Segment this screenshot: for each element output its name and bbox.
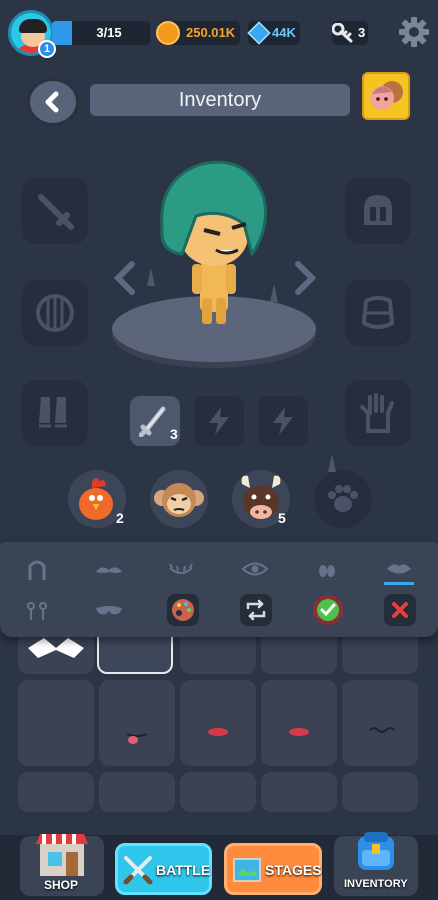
- nav-battle-label: BATTLE: [156, 862, 211, 878]
- swap-button[interactable]: [240, 594, 272, 626]
- hair-icon[interactable]: [22, 556, 52, 582]
- lips-icon: [208, 728, 228, 736]
- grid-item[interactable]: [342, 772, 418, 812]
- gem-counter[interactable]: 44K: [247, 21, 300, 45]
- sword-icon: [139, 406, 166, 437]
- monkey-icon: [154, 483, 204, 517]
- grid-item[interactable]: [180, 772, 256, 812]
- nav-stages-button[interactable]: STAGES: [224, 843, 322, 895]
- map-icon: [233, 858, 261, 882]
- nav-shop-label: SHOP: [44, 878, 79, 892]
- skill-slot-1[interactable]: [194, 396, 244, 446]
- armor-slot[interactable]: [345, 280, 411, 346]
- grid-item[interactable]: [342, 680, 418, 766]
- tongue-mouth-icon: [126, 733, 148, 744]
- grid-item[interactable]: [261, 680, 337, 766]
- item-count: 3: [170, 426, 178, 442]
- close-icon: [392, 602, 408, 618]
- spike-decoration: [147, 268, 155, 286]
- sword-icon: [38, 194, 74, 230]
- earrings-icon[interactable]: [22, 598, 52, 624]
- lips-icon: [289, 728, 309, 736]
- swap-icon: [246, 599, 266, 621]
- palette-icon: [172, 599, 194, 621]
- crossed-swords-icon: [123, 856, 153, 885]
- cancel-button[interactable]: [384, 594, 416, 626]
- emote-button[interactable]: [362, 72, 410, 120]
- coin-amount: 250.01K: [186, 25, 236, 40]
- grid-item[interactable]: [261, 772, 337, 812]
- key-counter[interactable]: 3: [332, 21, 368, 45]
- top-bar: 3/15 1 250.01K 44K 3: [0, 0, 438, 66]
- squiggle-mouth-icon: [369, 727, 395, 733]
- lightning-icon: [209, 407, 229, 435]
- shield-slot[interactable]: [22, 280, 88, 346]
- skill-slot-2[interactable]: [258, 396, 308, 446]
- boots-slot[interactable]: [22, 380, 88, 446]
- key-icon: [332, 23, 353, 43]
- nav-shop-button[interactable]: SHOP: [20, 834, 104, 896]
- checkmark-icon: [313, 595, 343, 625]
- xp-bar: 3/15: [52, 21, 150, 45]
- key-amount: 3: [358, 25, 366, 40]
- spike-decoration: [270, 284, 278, 302]
- palette-button[interactable]: [167, 594, 199, 626]
- level-badge: 1: [38, 40, 56, 58]
- shop-icon: [36, 834, 88, 876]
- coin-counter[interactable]: 250.01K: [156, 21, 240, 45]
- grid-item[interactable]: [99, 772, 175, 812]
- nav-battle-button[interactable]: BATTLE: [115, 843, 212, 895]
- chevron-left-icon: [45, 91, 59, 113]
- shield-icon: [36, 294, 74, 332]
- customization-panel: [0, 542, 438, 637]
- mask-icon[interactable]: [94, 598, 124, 624]
- gloves-slot[interactable]: [345, 380, 411, 446]
- eye-icon[interactable]: [240, 556, 270, 582]
- mustache-icon[interactable]: [94, 556, 124, 582]
- nav-stages-label: STAGES: [265, 862, 322, 878]
- nav-inventory-button[interactable]: INVENTORY: [334, 832, 418, 896]
- back-button[interactable]: [27, 78, 79, 126]
- nose-icon[interactable]: [312, 556, 342, 582]
- pet-count: 5: [278, 510, 286, 526]
- chevron-left-icon[interactable]: [110, 258, 140, 298]
- grid-item[interactable]: [180, 680, 256, 766]
- xp-text: 3/15: [96, 25, 122, 40]
- helmet-icon: [364, 195, 392, 225]
- character-faces-icon: [370, 81, 403, 110]
- lightning-icon: [273, 407, 293, 435]
- boots-icon: [39, 397, 67, 428]
- armor-icon: [361, 296, 395, 329]
- pet-slot-empty[interactable]: [314, 470, 372, 528]
- spike-decoration: [328, 454, 336, 472]
- helmet-slot[interactable]: [345, 178, 411, 244]
- character-preview: [160, 160, 267, 324]
- pet-count: 2: [116, 510, 124, 526]
- eyelashes-icon[interactable]: [166, 556, 196, 582]
- gem-amount: 44K: [272, 25, 296, 40]
- page-title: Inventory: [90, 84, 350, 116]
- glove-icon: [360, 393, 394, 433]
- gem-icon: [247, 21, 271, 45]
- gear-icon[interactable]: [398, 16, 430, 48]
- tab-underline: [384, 582, 414, 585]
- grid-item[interactable]: [99, 680, 175, 766]
- nav-inventory-label: INVENTORY: [344, 878, 408, 890]
- lips-icon[interactable]: [384, 556, 414, 582]
- chevron-right-icon[interactable]: [290, 258, 320, 298]
- weapon-slot[interactable]: [22, 178, 88, 244]
- grid-item[interactable]: [18, 680, 94, 766]
- confirm-button[interactable]: [312, 594, 344, 626]
- coin-icon: [156, 21, 180, 45]
- grid-item[interactable]: [18, 772, 94, 812]
- backpack-icon: [358, 832, 394, 870]
- paw-icon: [328, 485, 358, 512]
- pet-monkey[interactable]: [150, 470, 208, 528]
